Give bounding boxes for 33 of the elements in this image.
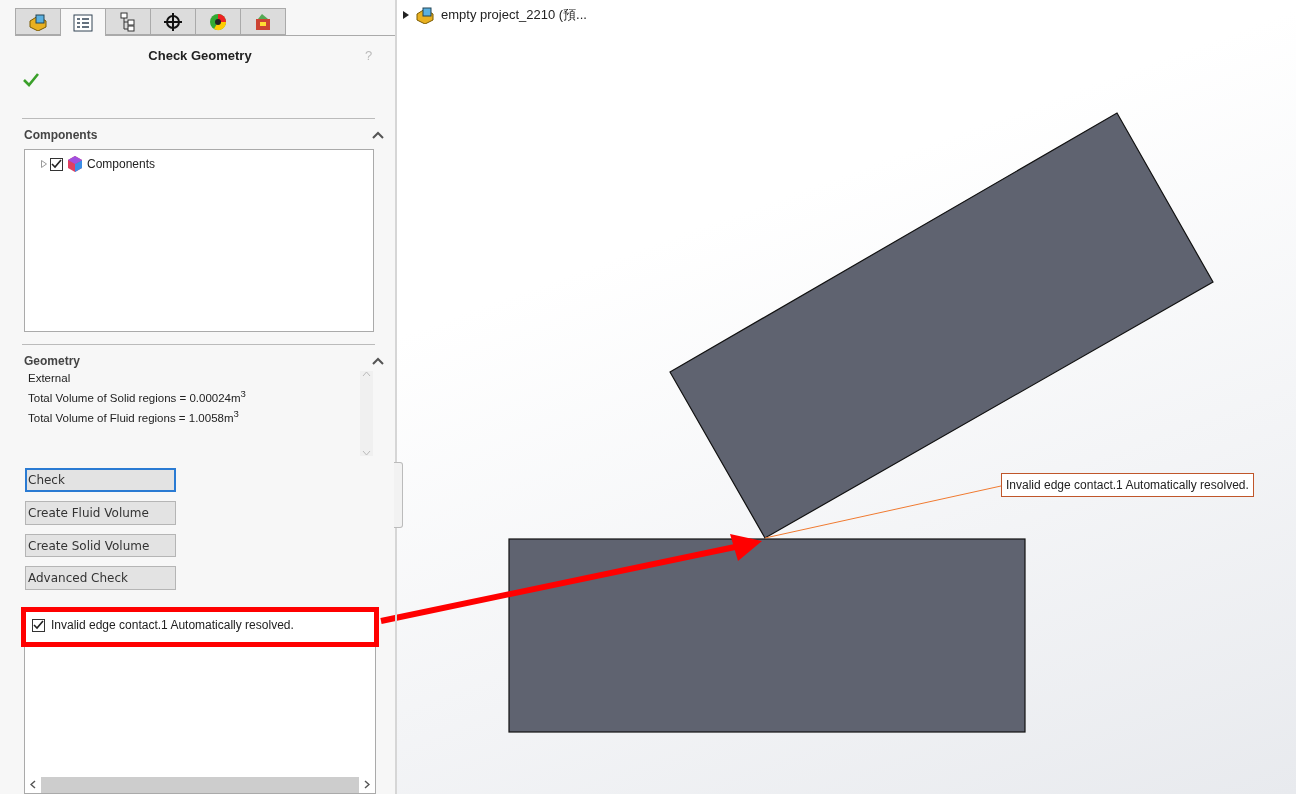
callout-label: Invalid edge contact.1 Automatically resolved. bbox=[1001, 473, 1254, 497]
project-name[interactable]: empty project_2210 (預... bbox=[441, 6, 587, 24]
part-icon bbox=[28, 12, 48, 31]
splitter-handle[interactable] bbox=[394, 462, 403, 528]
property-list-icon bbox=[73, 13, 93, 32]
action-button[interactable]: Create Solid Volume bbox=[25, 533, 176, 558]
section-title: Components bbox=[24, 127, 98, 142]
color-ball-icon bbox=[208, 11, 228, 32]
collapse-icon[interactable] bbox=[372, 130, 384, 139]
tree-icon bbox=[119, 11, 137, 32]
info-line: External bbox=[28, 370, 72, 386]
info-line: Total Volume of Fluid regions = 1.0058m$^{3}$ bbox=[28, 406, 240, 426]
checkbox[interactable] bbox=[32, 618, 45, 632]
issue-message[interactable]: Invalid edge contact.1 Automatically resolved. bbox=[51, 618, 294, 633]
ok-check-icon[interactable] bbox=[23, 73, 39, 88]
panel-title: Check Geometry bbox=[147, 48, 253, 64]
info-line: Total Volume of Solid regions = 0.00024m$^{3}$ bbox=[28, 386, 247, 406]
checkbox[interactable] bbox=[50, 157, 63, 171]
part-icon bbox=[415, 6, 435, 24]
action-button[interactable]: Check bbox=[25, 468, 176, 493]
scroll-left-icon[interactable] bbox=[30, 780, 36, 790]
scroll-right-icon[interactable] bbox=[364, 780, 370, 790]
expand-icon[interactable] bbox=[403, 11, 409, 19]
action-button[interactable]: Advanced Check bbox=[25, 566, 176, 591]
panel-tab[interactable] bbox=[195, 8, 241, 35]
collapse-icon[interactable] bbox=[372, 357, 384, 366]
section-title: Geometry bbox=[24, 354, 81, 369]
panel-tab[interactable] bbox=[150, 8, 196, 35]
scene-icon bbox=[253, 11, 273, 32]
cube-icon bbox=[66, 155, 84, 174]
crosshair-icon bbox=[163, 11, 183, 32]
tree-item-label[interactable]: Components bbox=[87, 157, 156, 172]
action-button[interactable]: Create Fluid Volume bbox=[25, 501, 176, 525]
